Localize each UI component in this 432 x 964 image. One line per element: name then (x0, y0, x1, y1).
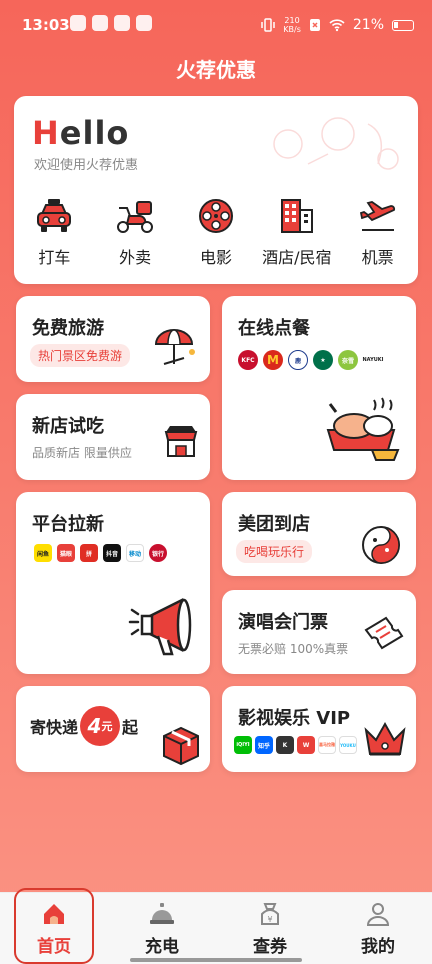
gesture-home-indicator[interactable] (130, 958, 302, 962)
crown-icon (364, 721, 406, 756)
quick-nav: 打车 外卖 电影 酒店/民宿 机票 (14, 196, 418, 268)
notification-app-icon (70, 15, 86, 31)
status-time: 13:03 (22, 16, 70, 34)
profile-icon (366, 903, 390, 926)
tab-charge[interactable]: 充电 (108, 893, 216, 964)
scooter-icon (117, 201, 154, 233)
meituan-pill: 吃喝玩乐行 (236, 540, 313, 563)
meituan-title: 美团到店 (238, 514, 310, 535)
status-notification-icons (70, 15, 152, 31)
quick-nav-hotel[interactable]: 酒店/民宿 (259, 196, 335, 268)
free-travel-pill: 热门景区免费游 (30, 344, 131, 367)
online-food-title: 在线点餐 (238, 318, 310, 339)
svg-text:¥: ¥ (267, 915, 272, 924)
sim-x-icon (309, 19, 320, 31)
coupon-bag-icon: ¥ (261, 903, 279, 925)
meituan-card[interactable]: 美团到店 吃喝玩乐行 (222, 492, 416, 576)
platform-new-title: 平台拉新 (32, 514, 104, 535)
airplane-icon (359, 201, 395, 231)
food-doodle-decoration (273, 117, 399, 170)
starbucks-logo-icon: ★ (313, 350, 333, 370)
concert-card[interactable]: 演唱会门票 无票必赔 100%真票 (222, 590, 416, 674)
ximalaya-app-icon: 喜马拉雅 (318, 736, 336, 754)
wifi-icon (329, 19, 345, 32)
naixue-logo-icon: 奈雪 (338, 350, 358, 370)
tiktok-notification-icon (92, 15, 108, 31)
film-reel-icon (198, 199, 233, 233)
zhihu-app-icon: 知乎 (255, 736, 273, 754)
roast-chicken-icon (326, 397, 400, 461)
express-title: 寄快递 4元 起 (30, 706, 138, 746)
status-right: 210 KB/s 21% (261, 16, 414, 34)
maoyan-app-icon: 猫眼 (57, 544, 75, 562)
kfc-logo-icon: KFC (238, 350, 258, 370)
free-travel-title: 免费旅游 (32, 318, 104, 339)
page-title: 火荐优惠 (176, 58, 256, 82)
package-box-icon (163, 726, 199, 766)
home-tab-highlight (14, 888, 94, 964)
video-app-logos: iQIYI 知乎 K W 喜马拉雅 YOUKU (234, 736, 357, 754)
iqiyi-app-icon: iQIYI (234, 736, 252, 754)
hero-card: Hello 欢迎使用火荐优惠 打车 外卖 电影 酒店/民宿 机票 (14, 96, 418, 284)
status-bar: 13:03 210 KB/s 21% (0, 0, 432, 48)
vibrate-icon (261, 18, 276, 32)
quick-nav-movie[interactable]: 电影 (178, 196, 254, 268)
meituan-mascot-icon (362, 526, 400, 564)
platform-app-logos: 闲鱼 猫眼 拼 抖音 移动 银行 (34, 544, 167, 562)
douyin-app-icon: 抖音 (103, 544, 121, 562)
online-food-card[interactable]: 在线点餐 KFC M 鹿 ★ 奈雪 NAYUKI (222, 296, 416, 480)
quick-nav-taxi[interactable]: 打车 (16, 196, 92, 268)
video-vip-card[interactable]: 影视娱乐 VIP iQIYI 知乎 K W 喜马拉雅 YOUKU (222, 686, 416, 772)
express-price-badge: 4元 (80, 706, 121, 746)
charging-bell-icon (150, 903, 174, 924)
quick-nav-flight[interactable]: 机票 (340, 196, 416, 268)
express-card[interactable]: 寄快递 4元 起 (16, 686, 210, 772)
megaphone-icon (128, 597, 192, 656)
network-speed: 210 KB/s (283, 16, 301, 34)
mcdonalds-logo-icon: M (263, 350, 283, 370)
new-store-card[interactable]: 新店试吃 品质新店 限量供应 (16, 394, 210, 480)
welcome-text: 欢迎使用火荐优惠 (34, 158, 139, 173)
xianyu-app-icon: 闲鱼 (34, 544, 52, 562)
battery-icon (392, 19, 414, 31)
wps-app-icon: W (297, 736, 315, 754)
youku-app-icon: YOUKU (339, 736, 357, 754)
pinduoduo-app-icon: 拼 (80, 544, 98, 562)
taxi-icon (37, 199, 72, 232)
hotel-icon (280, 199, 313, 233)
quick-nav-delivery[interactable]: 外卖 (97, 196, 173, 268)
storefront-icon (164, 426, 198, 457)
tab-profile[interactable]: 我的 (324, 893, 432, 964)
concert-title: 演唱会门票 (238, 612, 328, 633)
battery-percent: 21% (352, 17, 384, 33)
free-travel-card[interactable]: 免费旅游 热门景区免费游 (16, 296, 210, 382)
food-brand-logos: KFC M 鹿 ★ 奈雪 NAYUKI (238, 350, 384, 370)
new-store-subtitle: 品质新店 限量供应 (32, 446, 132, 460)
platform-new-card[interactable]: 平台拉新 闲鱼 猫眼 拼 抖音 移动 银行 (16, 492, 210, 674)
video-vip-title: 影视娱乐 VIP (238, 708, 351, 729)
ticket-icon (364, 616, 404, 650)
bank-app-icon: 银行 (149, 544, 167, 562)
clover-notification-icon (136, 15, 152, 31)
nayuki-logo-icon: NAYUKI (363, 350, 384, 370)
beach-umbrella-icon (154, 329, 195, 365)
kuaikan-app-icon: K (276, 736, 294, 754)
luckin-logo-icon: 鹿 (288, 350, 308, 370)
hello-heading: Hello (32, 114, 130, 152)
concert-subtitle: 无票必赔 100%真票 (238, 642, 349, 656)
new-store-title: 新店试吃 (32, 416, 104, 437)
china-mobile-app-icon: 移动 (126, 544, 144, 562)
tab-coupon[interactable]: ¥ 查券 (216, 893, 324, 964)
notification-app-icon (114, 15, 130, 31)
